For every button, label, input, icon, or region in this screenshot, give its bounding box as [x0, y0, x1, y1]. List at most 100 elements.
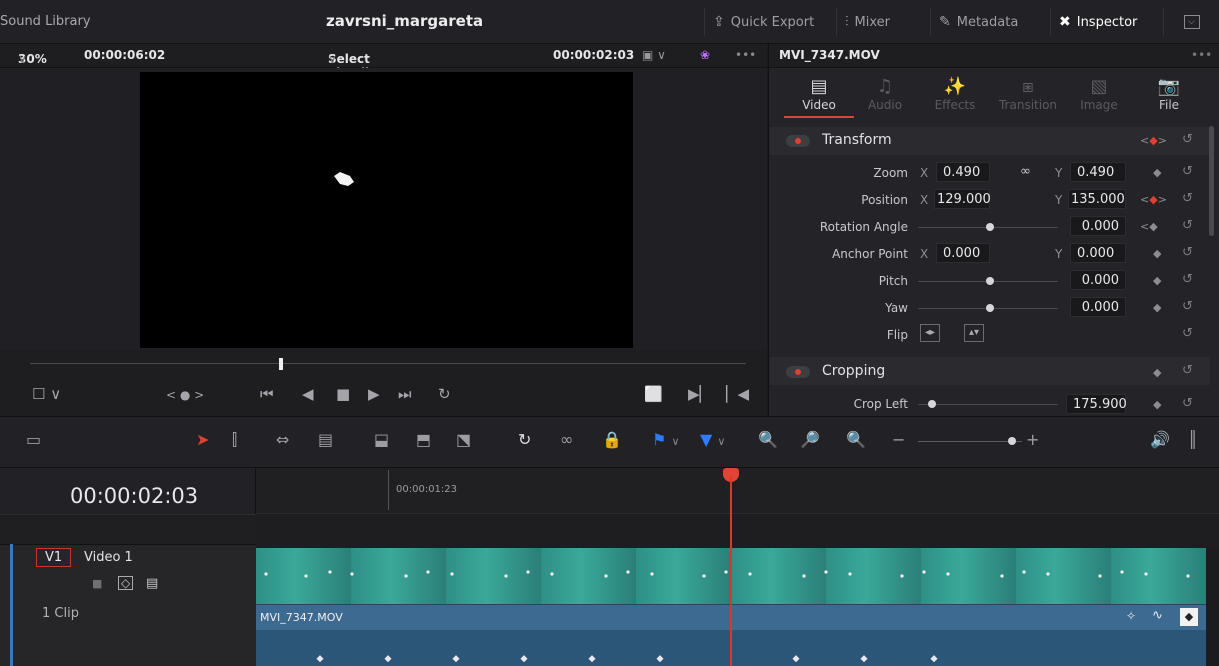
lock-icon[interactable]: 🔒 — [602, 430, 622, 449]
keyframe-toggle-icon[interactable]: ◆ — [1180, 608, 1198, 626]
reset-icon[interactable]: ↺ — [1182, 299, 1193, 314]
flip-horizontal-icon[interactable]: ◂▸ — [920, 324, 940, 342]
anchor-y-input[interactable]: 0.000 — [1070, 243, 1126, 263]
color-wheel-icon[interactable]: ❀ — [700, 48, 710, 62]
stop-icon[interactable]: ■ — [336, 385, 350, 403]
position-x-input[interactable]: 129.000 — [934, 189, 991, 209]
more-options-icon[interactable]: ••• — [735, 48, 756, 62]
keyframe-icon[interactable]: ◆ — [1153, 274, 1161, 287]
timeline-view-options-icon[interactable]: ▭ — [26, 430, 41, 449]
pitch-slider-knob[interactable] — [986, 277, 994, 285]
track-visibility-icon[interactable]: ▤ — [146, 576, 158, 591]
reset-icon[interactable]: ↺ — [1182, 218, 1193, 233]
keyframe-icon[interactable]: ◆ — [1153, 166, 1161, 179]
keyframe-icon[interactable]: ◆ — [1153, 301, 1161, 314]
play-icon[interactable]: ▶ — [368, 385, 380, 403]
keyframe-icon[interactable]: ◆ — [1153, 247, 1161, 260]
match-frame-icon[interactable]: ⬜ — [644, 385, 663, 403]
reset-icon[interactable]: ↺ — [1182, 245, 1193, 260]
keyframe-nav-icon[interactable]: <◆ — [1140, 220, 1158, 233]
tab-effects[interactable]: ✨ Effects — [920, 76, 990, 112]
inspector-button[interactable]: ✖ Inspector — [1050, 8, 1145, 36]
flip-vertical-icon[interactable]: ▴▾ — [964, 324, 984, 342]
speaker-icon[interactable]: 🔊 — [1150, 430, 1170, 449]
trim-tool-icon[interactable]: ⫿ — [232, 430, 237, 450]
keyframe-nav-icon[interactable]: <◆> — [1140, 193, 1167, 206]
playhead[interactable] — [730, 476, 732, 666]
zoom-out-icon[interactable]: − — [892, 430, 905, 449]
zoom-full-icon[interactable]: 🔍 — [758, 430, 778, 449]
replace-clip-icon[interactable]: ⬔ — [456, 430, 471, 449]
mark-out-icon[interactable]: ▏◀ — [726, 385, 749, 403]
flag-icon[interactable]: ⚑ ∨ — [652, 430, 680, 449]
reset-icon[interactable]: ↺ — [1182, 396, 1193, 411]
effects-icon[interactable]: ✧ — [1126, 609, 1136, 623]
safe-area-icon[interactable]: ☐ ∨ — [32, 385, 61, 403]
timeline-zoom-slider[interactable] — [918, 441, 1022, 442]
zoom-y-input[interactable]: 0.490 — [1070, 162, 1126, 182]
hd-monitor-icon[interactable]: ▣ ∨ — [642, 48, 666, 62]
transform-toggle[interactable] — [786, 135, 810, 147]
more-options-icon[interactable]: ••• — [1191, 48, 1212, 62]
overwrite-clip-icon[interactable]: ⬒ — [416, 430, 431, 449]
rotation-input[interactable]: 0.000 — [1070, 216, 1126, 236]
reset-icon[interactable]: ↺ — [1182, 363, 1193, 378]
anchor-x-input[interactable]: 0.000 — [936, 243, 990, 263]
crop-left-slider[interactable] — [918, 404, 1058, 405]
insert-clip-icon[interactable]: ⬓ — [374, 430, 389, 449]
zoom-custom-icon[interactable]: 🔍 — [846, 430, 866, 449]
tab-image[interactable]: ▧ Image — [1064, 76, 1134, 112]
zoom-detail-icon[interactable]: 🔎 — [800, 430, 820, 449]
scrub-bar[interactable] — [30, 363, 746, 364]
tab-audio[interactable]: ♫ Audio — [850, 76, 920, 112]
go-to-end-icon[interactable]: ⏭ — [398, 385, 412, 403]
dynamic-trim-icon[interactable]: ⇔ — [276, 430, 289, 449]
reset-icon[interactable]: ↺ — [1182, 191, 1193, 206]
yaw-input[interactable]: 0.000 — [1070, 297, 1126, 317]
scrub-handle[interactable] — [279, 358, 283, 370]
video-frame[interactable] — [140, 72, 633, 348]
keyframe-icon[interactable]: ◆ — [1153, 366, 1161, 379]
lock-icon[interactable]: ■ — [92, 577, 102, 590]
curve-icon[interactable]: ∿ — [1152, 608, 1163, 623]
mark-in-icon[interactable]: ▶▏ — [688, 385, 711, 403]
rotation-slider-knob[interactable] — [986, 223, 994, 231]
tab-file[interactable]: 📷 File — [1134, 76, 1204, 112]
crop-left-slider-knob[interactable] — [928, 400, 936, 408]
zoom-x-input[interactable]: 0.490 — [936, 162, 990, 182]
snapping-icon[interactable]: ↻ — [518, 430, 531, 449]
reset-icon[interactable]: ↺ — [1182, 272, 1193, 287]
pitch-input[interactable]: 0.000 — [1070, 270, 1126, 290]
crop-left-input[interactable]: 175.900 — [1066, 394, 1127, 414]
auto-select-icon[interactable]: ◇ — [118, 576, 134, 590]
jog-wheel-icon[interactable]: < ● > — [166, 388, 204, 402]
reset-icon[interactable]: ↺ — [1182, 164, 1193, 179]
keyframe-nav-icon[interactable]: <◆> — [1140, 134, 1167, 147]
go-to-start-icon[interactable]: ⏮ — [260, 385, 274, 403]
yaw-slider-knob[interactable] — [986, 304, 994, 312]
metadata-button[interactable]: ✎ Metadata — [930, 8, 1026, 36]
timeline-zoom-knob[interactable] — [1008, 437, 1016, 445]
track-id-badge[interactable]: V1 — [36, 548, 72, 567]
zoom-in-icon[interactable]: + — [1026, 430, 1039, 449]
play-reverse-icon[interactable]: ◀ — [302, 385, 314, 403]
keyframe-icon[interactable]: ◆ — [1153, 398, 1161, 411]
expand-button[interactable]: ⌵ — [1163, 8, 1219, 36]
link-clips-icon[interactable]: ∞ — [560, 430, 573, 449]
selection-tool-icon[interactable]: ➤ — [196, 430, 209, 449]
sound-library-tab[interactable]: Sound Library — [0, 14, 91, 29]
quick-export-button[interactable]: ⇪ Quick Export — [704, 8, 822, 36]
mixer-button[interactable]: ⫶ Mixer — [836, 8, 898, 36]
cropping-toggle[interactable] — [786, 366, 810, 378]
inspector-scrollbar[interactable] — [1209, 126, 1214, 236]
loop-icon[interactable]: ↻ — [438, 385, 451, 403]
reset-icon[interactable]: ↺ — [1182, 326, 1193, 341]
tab-video[interactable]: ▤ Video — [784, 76, 854, 118]
tab-transition[interactable]: ⧆ Transition — [993, 76, 1063, 112]
audio-meter-icon[interactable]: ║ — [1188, 430, 1198, 449]
marker-icon[interactable]: ▼ ∨ — [700, 430, 725, 449]
position-y-input[interactable]: 135.000 — [1068, 189, 1126, 209]
reset-icon[interactable]: ↺ — [1182, 132, 1193, 147]
blade-tool-icon[interactable]: ▤ — [318, 430, 333, 449]
link-icon[interactable]: ∞ — [1020, 164, 1031, 179]
